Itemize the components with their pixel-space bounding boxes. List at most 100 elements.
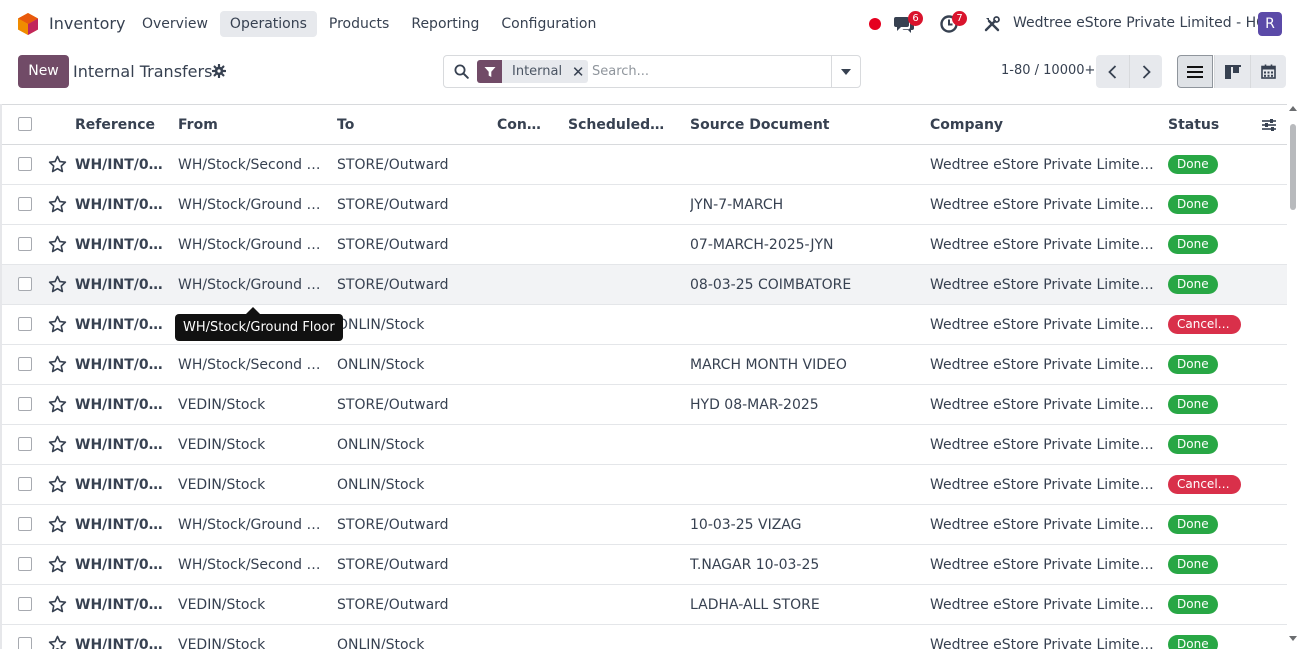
avatar[interactable]: R: [1258, 12, 1282, 36]
row-checkbox[interactable]: [18, 557, 32, 571]
row-checkbox[interactable]: [18, 477, 32, 491]
cell-reference[interactable]: WH/INT/000...: [75, 145, 171, 185]
cell-from[interactable]: VEDIN/Stock: [178, 625, 328, 649]
menu-products[interactable]: Products: [319, 11, 399, 37]
cell-company[interactable]: Wedtree eStore Private Limited - ...: [930, 145, 1158, 185]
cell-scheduled-date[interactable]: [568, 385, 668, 425]
cell-to[interactable]: ONLIN/Stock: [337, 425, 487, 465]
cell-scheduled-date[interactable]: [568, 545, 668, 585]
cell-source-document[interactable]: 07-MARCH-2025-JYN: [690, 225, 920, 265]
cell-contact[interactable]: [497, 545, 547, 585]
row-checkbox[interactable]: [18, 237, 32, 251]
column-header-contact[interactable]: Cont...: [497, 105, 547, 145]
cell-source-document[interactable]: [690, 465, 920, 505]
list-view-button[interactable]: [1177, 55, 1213, 88]
table-row[interactable]: WH/INT/000...VEDIN/StockONLIN/StockWedtr…: [2, 425, 1287, 465]
cell-source-document[interactable]: [690, 305, 920, 345]
star-icon[interactable]: [48, 435, 67, 454]
cell-to[interactable]: STORE/Outward: [337, 505, 487, 545]
star-icon[interactable]: [48, 635, 67, 649]
cell-reference[interactable]: WH/INT/000...: [75, 385, 171, 425]
star-icon[interactable]: [48, 475, 67, 494]
cell-scheduled-date[interactable]: [568, 345, 668, 385]
tools-icon[interactable]: [983, 15, 1001, 33]
cell-source-document[interactable]: [690, 625, 920, 649]
cell-scheduled-date[interactable]: [568, 625, 668, 649]
cell-to[interactable]: ONLIN/Stock: [337, 465, 487, 505]
cell-contact[interactable]: [497, 425, 547, 465]
search-input[interactable]: [592, 60, 828, 83]
cell-scheduled-date[interactable]: [568, 305, 668, 345]
app-name[interactable]: Inventory: [49, 14, 125, 33]
column-header-to[interactable]: To: [337, 105, 487, 145]
cell-from[interactable]: WH/Stock/Ground Fl...: [178, 265, 328, 305]
cell-reference[interactable]: WH/INT/000...: [75, 585, 171, 625]
new-button[interactable]: New: [18, 55, 69, 88]
table-row[interactable]: WH/INT/000...WH/Stock/Second FloorSTORE/…: [2, 545, 1287, 585]
star-icon[interactable]: [48, 155, 67, 174]
cell-scheduled-date[interactable]: [568, 265, 668, 305]
cell-company[interactable]: Wedtree eStore Private Limited - ...: [930, 585, 1158, 625]
close-icon[interactable]: ✕: [568, 60, 588, 83]
table-row[interactable]: WH/INT/000...WH/Stock/Ground Fl...STORE/…: [2, 225, 1287, 265]
pager-previous-button[interactable]: [1096, 55, 1129, 88]
cell-scheduled-date[interactable]: [568, 585, 668, 625]
table-row[interactable]: WH/INT/000...VEDIN/StockSTORE/Outward HYD…: [2, 385, 1287, 425]
cell-from[interactable]: VEDIN/Stock: [178, 465, 328, 505]
pager-next-button[interactable]: [1129, 55, 1162, 88]
cell-source-document[interactable]: [690, 145, 920, 185]
search-icon[interactable]: [454, 64, 469, 79]
cell-reference[interactable]: WH/INT/000...: [75, 545, 171, 585]
row-checkbox[interactable]: [18, 317, 32, 331]
star-icon[interactable]: [48, 595, 67, 614]
table-row[interactable]: WH/INT/000...VEDIN/StockONLIN/StockWedtr…: [2, 465, 1287, 505]
star-icon[interactable]: [48, 195, 67, 214]
cell-source-document[interactable]: MARCH MONTH VIDEO: [690, 345, 920, 385]
cell-company[interactable]: Wedtree eStore Private Limited - ...: [930, 545, 1158, 585]
cell-from[interactable]: WH/Stock/Second Floor: [178, 545, 328, 585]
pager-value[interactable]: 1-80 / 10000+: [1001, 63, 1095, 78]
cell-from[interactable]: WH/Stock/Second Floor: [178, 145, 328, 185]
row-checkbox[interactable]: [18, 277, 32, 291]
scrollbar-thumb[interactable]: [1290, 124, 1296, 210]
cell-from[interactable]: VEDIN/Stock: [178, 385, 328, 425]
star-icon[interactable]: [48, 395, 67, 414]
cell-contact[interactable]: [497, 385, 547, 425]
row-checkbox[interactable]: [18, 157, 32, 171]
cell-reference[interactable]: WH/INT/000...: [75, 225, 171, 265]
cell-contact[interactable]: [497, 505, 547, 545]
cell-company[interactable]: Wedtree eStore Private Limited - ...: [930, 225, 1158, 265]
table-row[interactable]: WH/INT/000...VEDIN/StockONLIN/StockWedtr…: [2, 625, 1287, 649]
optional-columns-icon[interactable]: [1261, 117, 1277, 133]
cell-reference[interactable]: WH/INT/000...: [75, 505, 171, 545]
cell-to[interactable]: ONLIN/Stock: [337, 345, 487, 385]
cell-source-document[interactable]: T.NAGAR 10-03-25: [690, 545, 920, 585]
cell-scheduled-date[interactable]: [568, 225, 668, 265]
column-header-company[interactable]: Company: [930, 105, 1158, 145]
cell-to[interactable]: ONLIN/Stock: [337, 305, 487, 345]
cell-company[interactable]: Wedtree eStore Private Limited - ...: [930, 345, 1158, 385]
table-row[interactable]: WH/INT/000...WH/Stock/Second FloorSTORE/…: [2, 145, 1287, 185]
cell-contact[interactable]: [497, 465, 547, 505]
cell-to[interactable]: STORE/Outward: [337, 585, 487, 625]
cell-source-document[interactable]: HYD 08-MAR-2025: [690, 385, 920, 425]
cell-contact[interactable]: [497, 305, 547, 345]
column-header-scheduled-date[interactable]: Scheduled D...: [568, 105, 668, 145]
cell-scheduled-date[interactable]: [568, 145, 668, 185]
cell-from[interactable]: WH/Stock/Ground Fl...: [178, 185, 328, 225]
cell-from[interactable]: VEDIN/Stock: [178, 425, 328, 465]
cell-contact[interactable]: [497, 585, 547, 625]
cell-reference[interactable]: WH/INT/000...: [75, 185, 171, 225]
star-icon[interactable]: [48, 315, 67, 334]
table-row[interactable]: WH/INT/000...WH/Stock/Ground Fl...STORE/…: [2, 185, 1287, 225]
cell-to[interactable]: STORE/Outward: [337, 385, 487, 425]
search-options-toggle[interactable]: [831, 56, 860, 87]
company-switcher[interactable]: Wedtree eStore Private Limited - HO: [1013, 15, 1267, 31]
cell-to[interactable]: STORE/Outward: [337, 265, 487, 305]
cell-reference[interactable]: WH/INT/000...: [75, 305, 171, 345]
column-header-from[interactable]: From: [178, 105, 328, 145]
cell-reference[interactable]: WH/INT/000...: [75, 465, 171, 505]
table-row[interactable]: WH/INT/000...WH/Stock/Ground Fl...STORE/…: [2, 505, 1287, 545]
cell-contact[interactable]: [497, 145, 547, 185]
cell-contact[interactable]: [497, 345, 547, 385]
